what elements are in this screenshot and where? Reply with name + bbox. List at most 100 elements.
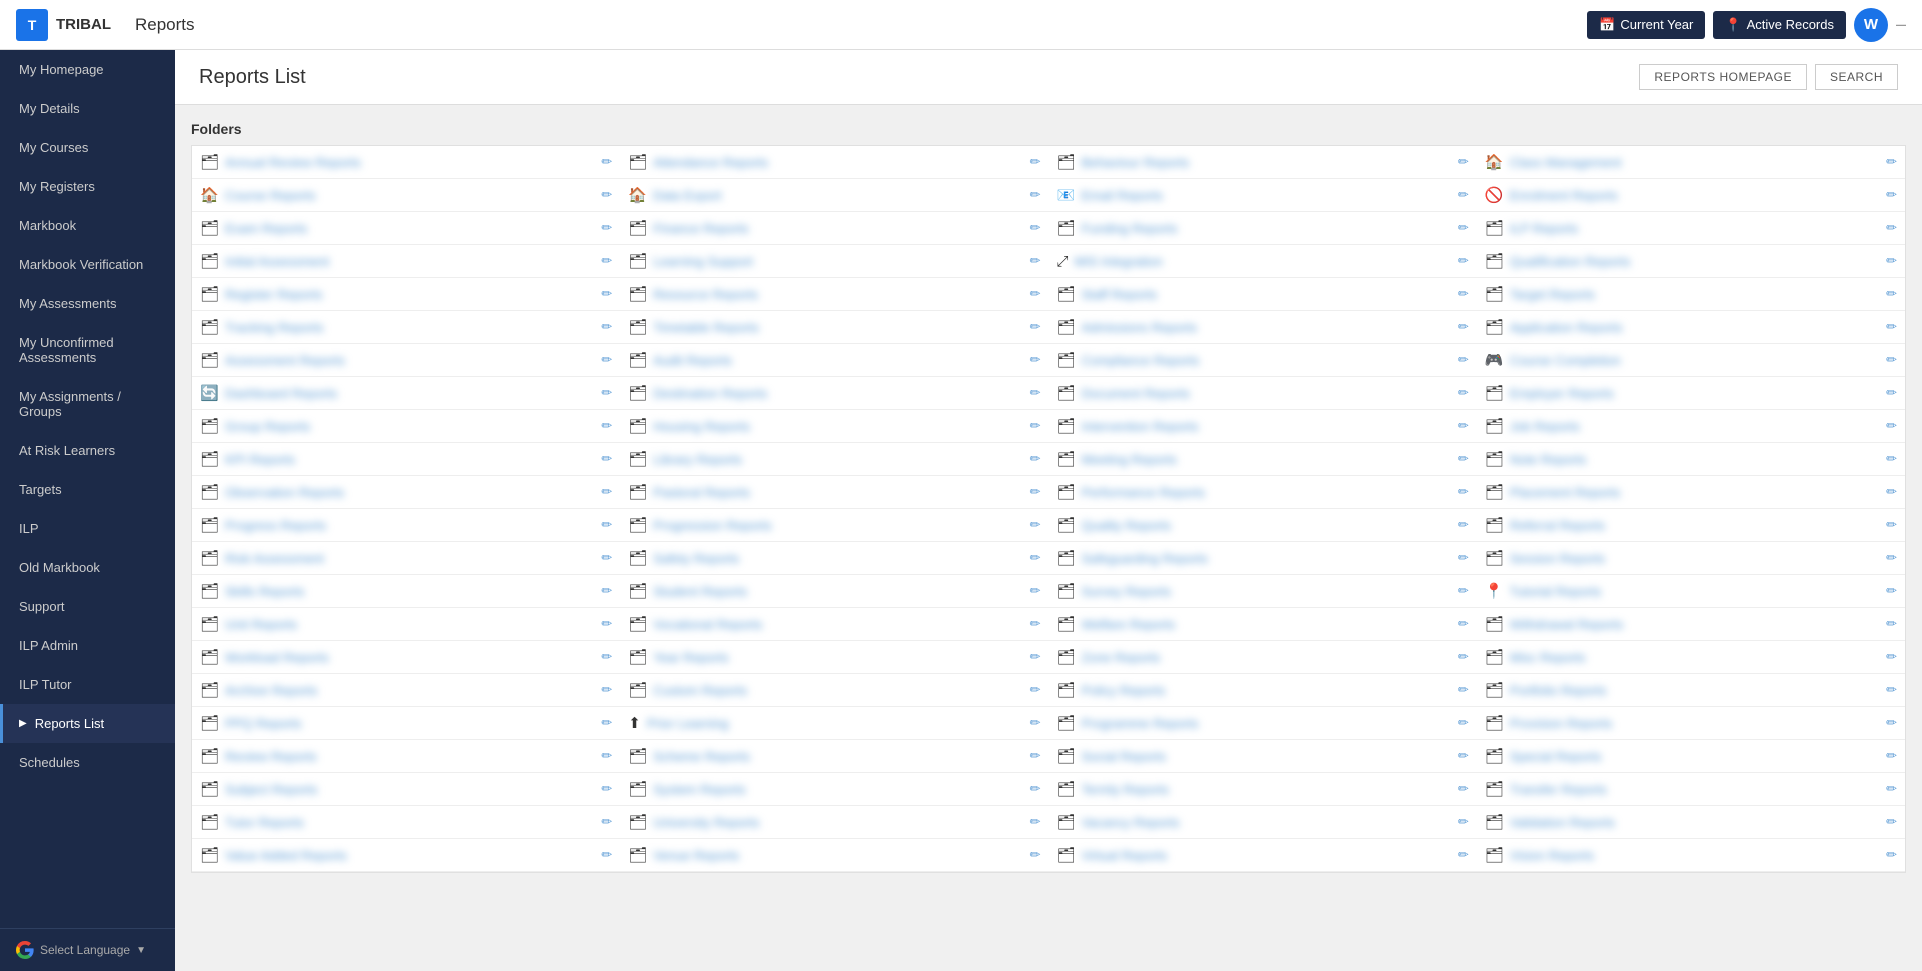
edit-icon[interactable]: ✏ — [1886, 583, 1897, 599]
folder-item[interactable]: 🗂 Housing Reports ✏ — [620, 410, 1048, 443]
folder-item[interactable]: 🚫 Enrolment Reports ✏ — [1477, 179, 1905, 212]
folder-item[interactable]: 🗂 Policy Reports ✏ — [1049, 674, 1477, 707]
folder-item[interactable]: 🗂 Provision Reports ✏ — [1477, 707, 1905, 740]
edit-icon[interactable]: ✏ — [601, 814, 612, 830]
folder-item[interactable]: 🗂 Employer Reports ✏ — [1477, 377, 1905, 410]
edit-icon[interactable]: ✏ — [1458, 154, 1469, 170]
folder-item[interactable]: 🗂 Misc Reports ✏ — [1477, 641, 1905, 674]
edit-icon[interactable]: ✏ — [1030, 187, 1041, 203]
edit-icon[interactable]: ✏ — [601, 781, 612, 797]
folder-item[interactable]: 🏠 Course Reports ✏ — [192, 179, 620, 212]
edit-icon[interactable]: ✏ — [1886, 154, 1897, 170]
folder-item[interactable]: 🗂 Job Reports ✏ — [1477, 410, 1905, 443]
sidebar-item-support[interactable]: Support — [0, 587, 175, 626]
edit-icon[interactable]: ✏ — [1030, 253, 1041, 269]
sidebar-item-ilp-tutor[interactable]: ILP Tutor — [0, 665, 175, 704]
folder-item[interactable]: 🗂 Target Reports ✏ — [1477, 278, 1905, 311]
folder-item[interactable]: 🗂 Referral Reports ✏ — [1477, 509, 1905, 542]
edit-icon[interactable]: ✏ — [1030, 715, 1041, 731]
edit-icon[interactable]: ✏ — [601, 220, 612, 236]
edit-icon[interactable]: ✏ — [1030, 319, 1041, 335]
folder-item[interactable]: 🗂 Vocational Reports ✏ — [620, 608, 1048, 641]
folder-item[interactable]: 🗂 Timetable Reports ✏ — [620, 311, 1048, 344]
edit-icon[interactable]: ✏ — [1458, 451, 1469, 467]
folder-item[interactable]: 🗂 Review Reports ✏ — [192, 740, 620, 773]
edit-icon[interactable]: ✏ — [1458, 682, 1469, 698]
folder-item[interactable]: 🗂 Funding Reports ✏ — [1049, 212, 1477, 245]
sidebar-item-targets[interactable]: Targets — [0, 470, 175, 509]
folder-item[interactable]: 🗂 KPI Reports ✏ — [192, 443, 620, 476]
folder-item[interactable]: 🗂 Note Reports ✏ — [1477, 443, 1905, 476]
folder-item[interactable]: 🗂 Social Reports ✏ — [1049, 740, 1477, 773]
edit-icon[interactable]: ✏ — [1030, 748, 1041, 764]
folder-item[interactable]: 🗂 Workload Reports ✏ — [192, 641, 620, 674]
edit-icon[interactable]: ✏ — [1458, 187, 1469, 203]
select-language-label[interactable]: Select Language — [40, 943, 130, 957]
folder-item[interactable]: 🗂 Application Reports ✏ — [1477, 311, 1905, 344]
edit-icon[interactable]: ✏ — [1886, 715, 1897, 731]
folder-item[interactable]: 🗂 Tutor Reports ✏ — [192, 806, 620, 839]
folder-item[interactable]: 🗂 Group Reports ✏ — [192, 410, 620, 443]
edit-icon[interactable]: ✏ — [601, 550, 612, 566]
edit-icon[interactable]: ✏ — [601, 616, 612, 632]
edit-icon[interactable]: ✏ — [1886, 253, 1897, 269]
folder-item[interactable]: 🗂 Intervention Reports ✏ — [1049, 410, 1477, 443]
folder-item[interactable]: 🗂 Staff Reports ✏ — [1049, 278, 1477, 311]
edit-icon[interactable]: ✏ — [601, 517, 612, 533]
edit-icon[interactable]: ✏ — [1458, 814, 1469, 830]
edit-icon[interactable]: ✏ — [1030, 451, 1041, 467]
folder-item[interactable]: 🗂 Compliance Reports ✏ — [1049, 344, 1477, 377]
folder-item[interactable]: 🗂 PPQ Reports ✏ — [192, 707, 620, 740]
edit-icon[interactable]: ✏ — [1030, 682, 1041, 698]
folder-item[interactable]: 🗂 Destination Reports ✏ — [620, 377, 1048, 410]
folder-item[interactable]: 🗂 Validation Reports ✏ — [1477, 806, 1905, 839]
edit-icon[interactable]: ✏ — [1458, 748, 1469, 764]
folder-item[interactable]: 🗂 Value Added Reports ✏ — [192, 839, 620, 872]
sidebar-item-my-unconfirmed-assessments[interactable]: My Unconfirmed Assessments — [0, 323, 175, 377]
sidebar-item-schedules[interactable]: Schedules — [0, 743, 175, 782]
edit-icon[interactable]: ✏ — [1886, 418, 1897, 434]
edit-icon[interactable]: ✏ — [1458, 517, 1469, 533]
edit-icon[interactable]: ✏ — [601, 451, 612, 467]
edit-icon[interactable]: ✏ — [1030, 517, 1041, 533]
folder-item[interactable]: 🗂 Initial Assessment ✏ — [192, 245, 620, 278]
edit-icon[interactable]: ✏ — [1030, 286, 1041, 302]
edit-icon[interactable]: ✏ — [601, 253, 612, 269]
folder-item[interactable]: 🗂 Survey Reports ✏ — [1049, 575, 1477, 608]
sidebar-item-old-markbook[interactable]: Old Markbook — [0, 548, 175, 587]
folder-item[interactable]: ⬆ Prior Learning ✏ — [620, 707, 1048, 740]
folder-item[interactable]: 🗂 Venue Reports ✏ — [620, 839, 1048, 872]
folder-item[interactable]: 🗂 Assessment Reports ✏ — [192, 344, 620, 377]
folder-item[interactable]: 🗂 Progress Reports ✏ — [192, 509, 620, 542]
folder-item[interactable]: 🏠 Class Management ✏ — [1477, 146, 1905, 179]
folder-item[interactable]: 🗂 Archive Reports ✏ — [192, 674, 620, 707]
edit-icon[interactable]: ✏ — [1030, 385, 1041, 401]
edit-icon[interactable]: ✏ — [1030, 649, 1041, 665]
sidebar-item-at-risk-learners[interactable]: At Risk Learners — [0, 431, 175, 470]
edit-icon[interactable]: ✏ — [1030, 781, 1041, 797]
edit-icon[interactable]: ✏ — [1030, 220, 1041, 236]
edit-icon[interactable]: ✏ — [1030, 550, 1041, 566]
sidebar-item-ilp-admin[interactable]: ILP Admin — [0, 626, 175, 665]
edit-icon[interactable]: ✏ — [601, 484, 612, 500]
folder-item[interactable]: 🗂 Transfer Reports ✏ — [1477, 773, 1905, 806]
reports-homepage-button[interactable]: REPORTS HOMEPAGE — [1639, 64, 1807, 90]
folder-item[interactable]: 🗂 Document Reports ✏ — [1049, 377, 1477, 410]
folder-item[interactable]: 🗂 Zone Reports ✏ — [1049, 641, 1477, 674]
search-button[interactable]: SEARCH — [1815, 64, 1898, 90]
folder-item[interactable]: 🗂 Safeguarding Reports ✏ — [1049, 542, 1477, 575]
folder-item[interactable]: 🏠 Data Export ✏ — [620, 179, 1048, 212]
user-avatar[interactable]: W — [1854, 8, 1888, 42]
edit-icon[interactable]: ✏ — [601, 385, 612, 401]
folder-item[interactable]: 🗂 Year Reports ✏ — [620, 641, 1048, 674]
edit-icon[interactable]: ✏ — [601, 748, 612, 764]
edit-icon[interactable]: ✏ — [601, 649, 612, 665]
folder-item[interactable]: 🗂 Termly Reports ✏ — [1049, 773, 1477, 806]
folder-item[interactable]: 🗂 Resource Reports ✏ — [620, 278, 1048, 311]
edit-icon[interactable]: ✏ — [1458, 781, 1469, 797]
folder-item[interactable]: 🗂 Register Reports ✏ — [192, 278, 620, 311]
folder-item[interactable]: 🗂 Exam Reports ✏ — [192, 212, 620, 245]
folder-item[interactable]: 📧 Email Reports ✏ — [1049, 179, 1477, 212]
edit-icon[interactable]: ✏ — [1030, 154, 1041, 170]
folder-item[interactable]: 🗂 Audit Reports ✏ — [620, 344, 1048, 377]
